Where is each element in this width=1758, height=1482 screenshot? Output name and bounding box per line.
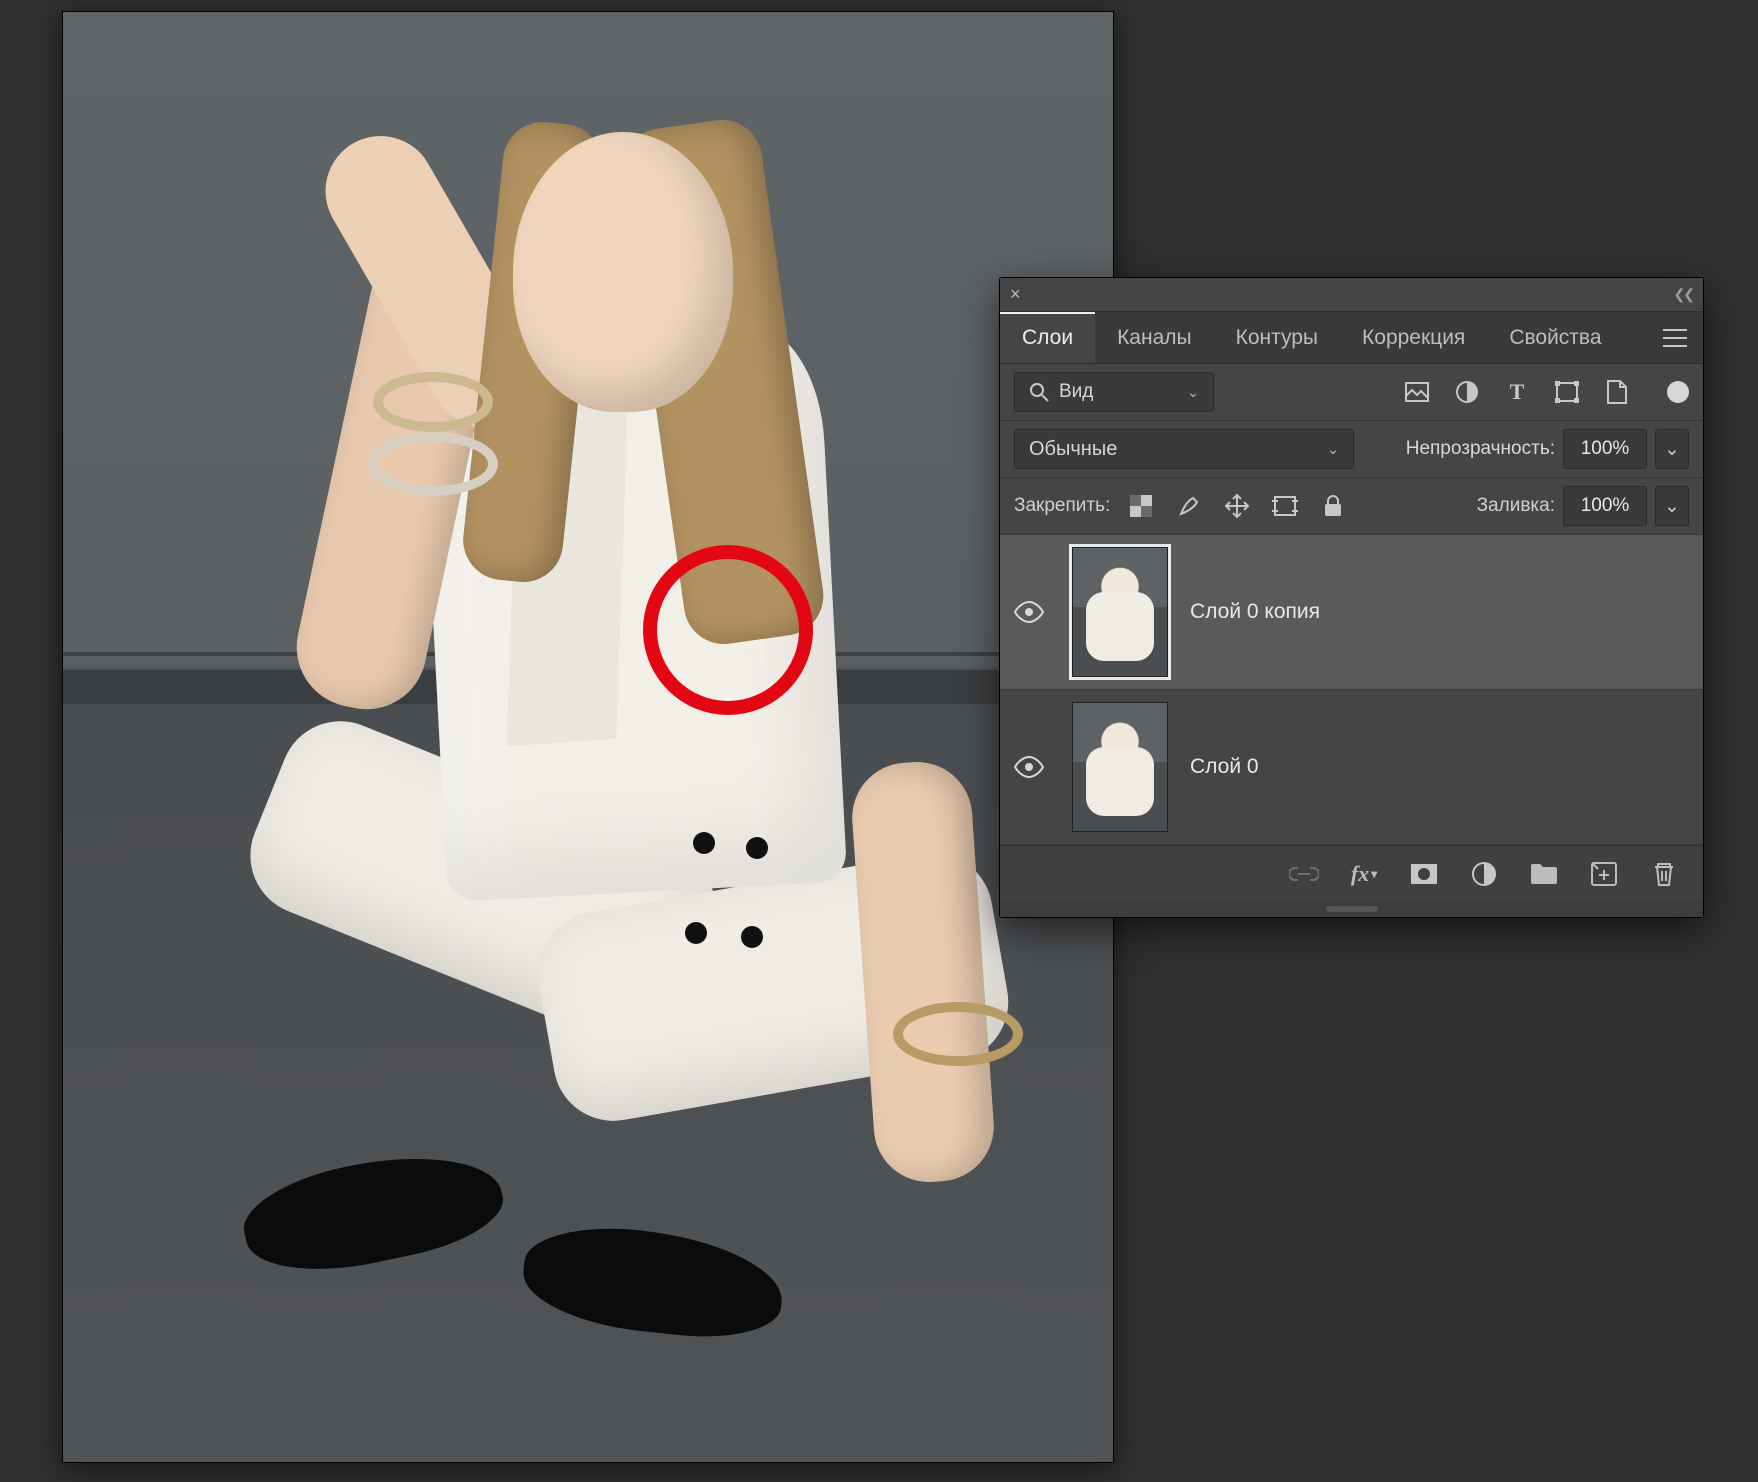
- layer-fx-icon[interactable]: fx▾: [1349, 859, 1379, 889]
- annotation-red-circle: [643, 545, 813, 715]
- panel-tabs: Слои Каналы Контуры Коррекция Свойства: [1000, 312, 1703, 364]
- tab-channels[interactable]: Каналы: [1095, 312, 1214, 363]
- tab-paths[interactable]: Контуры: [1214, 312, 1340, 363]
- filter-pixel-icon[interactable]: [1403, 378, 1431, 406]
- lock-all-icon[interactable]: [1318, 491, 1348, 521]
- lock-transparency-icon[interactable]: [1126, 491, 1156, 521]
- filter-adjustment-icon[interactable]: [1453, 378, 1481, 406]
- layers-footer: fx▾: [1000, 845, 1703, 901]
- filter-shape-icon[interactable]: [1553, 378, 1581, 406]
- chevron-down-icon: ⌄: [1187, 384, 1199, 401]
- new-layer-icon[interactable]: [1589, 859, 1619, 889]
- fill-label: Заливка:: [1477, 495, 1555, 517]
- new-group-icon[interactable]: [1529, 859, 1559, 889]
- tab-layers[interactable]: Слои: [1000, 312, 1095, 363]
- layer-thumbnail[interactable]: [1072, 547, 1168, 677]
- photo-subject: [183, 62, 1023, 1402]
- layer-row[interactable]: Слой 0: [1000, 690, 1703, 845]
- layer-thumbnail[interactable]: [1072, 702, 1168, 832]
- panel-menu-icon[interactable]: [1647, 329, 1703, 347]
- panel-collapse-icon[interactable]: ❮❮: [1674, 286, 1693, 303]
- opacity-label: Непрозрачность:: [1406, 438, 1555, 460]
- new-adjustment-layer-icon[interactable]: [1469, 859, 1499, 889]
- tab-adjustments[interactable]: Коррекция: [1340, 312, 1487, 363]
- layers-panel: × ❮❮ Слои Каналы Контуры Коррекция Свойс…: [1000, 278, 1703, 917]
- filter-kind-label: Вид: [1059, 381, 1093, 403]
- panel-close-icon[interactable]: ×: [1010, 284, 1021, 305]
- fill-field[interactable]: 100%: [1563, 486, 1647, 526]
- layer-filter-row: Вид ⌄ T: [1000, 364, 1703, 421]
- panel-titlebar[interactable]: × ❮❮: [1000, 278, 1703, 312]
- blend-mode-dropdown[interactable]: Обычные ⌄: [1014, 429, 1354, 469]
- opacity-field[interactable]: 100%: [1563, 429, 1647, 469]
- chevron-down-icon: ⌄: [1327, 441, 1339, 458]
- document-canvas[interactable]: [63, 12, 1113, 1462]
- visibility-toggle-icon[interactable]: [1014, 756, 1050, 778]
- blend-mode-value: Обычные: [1029, 438, 1117, 461]
- lock-position-icon[interactable]: [1222, 491, 1252, 521]
- add-mask-icon[interactable]: [1409, 859, 1439, 889]
- visibility-toggle-icon[interactable]: [1014, 601, 1050, 623]
- layers-list: Слой 0 копия Слой 0: [1000, 535, 1703, 845]
- blend-row: Обычные ⌄ Непрозрачность: 100% ⌄: [1000, 421, 1703, 478]
- tab-properties[interactable]: Свойства: [1487, 312, 1623, 363]
- filter-type-icon[interactable]: T: [1503, 378, 1531, 406]
- link-layers-icon[interactable]: [1289, 859, 1319, 889]
- lock-label: Закрепить:: [1014, 495, 1110, 517]
- lock-pixels-icon[interactable]: [1174, 491, 1204, 521]
- fill-stepper[interactable]: ⌄: [1655, 486, 1689, 526]
- filter-toggle-switch[interactable]: [1667, 381, 1689, 403]
- delete-layer-icon[interactable]: [1649, 859, 1679, 889]
- lock-artboard-icon[interactable]: [1270, 491, 1300, 521]
- layer-row[interactable]: Слой 0 копия: [1000, 535, 1703, 690]
- filter-kind-dropdown[interactable]: Вид ⌄: [1014, 372, 1214, 412]
- opacity-stepper[interactable]: ⌄: [1655, 429, 1689, 469]
- search-icon: [1029, 382, 1049, 402]
- layer-name-label[interactable]: Слой 0 копия: [1190, 600, 1320, 624]
- layer-name-label[interactable]: Слой 0: [1190, 755, 1259, 779]
- panel-resize-handle[interactable]: [1000, 901, 1703, 917]
- lock-row: Закрепить: Заливка: 100% ⌄: [1000, 478, 1703, 535]
- filter-smartobject-icon[interactable]: [1603, 378, 1631, 406]
